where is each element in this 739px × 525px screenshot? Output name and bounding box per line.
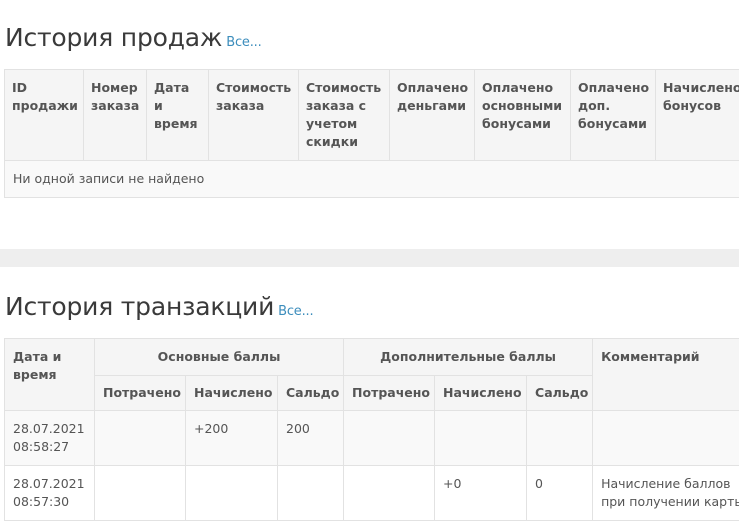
empty-message: Ни одной записи не найдено bbox=[4, 160, 739, 198]
column-extra-balance[interactable]: Сальдо bbox=[526, 375, 594, 411]
cell-main-balance bbox=[276, 465, 345, 521]
cell-comment bbox=[592, 410, 739, 466]
column-group-main-points: Основные баллы bbox=[93, 338, 345, 376]
transactions-history-title: История транзакций Все... bbox=[5, 292, 314, 321]
cell-main-accrued: +200 bbox=[185, 410, 278, 466]
column-extra-spent[interactable]: Потрачено bbox=[343, 375, 436, 411]
sales-history-title-text: История продаж bbox=[5, 23, 223, 52]
cell-main-accrued bbox=[185, 465, 278, 521]
table-row: Ни одной записи не найдено bbox=[4, 160, 739, 198]
column-paid-money[interactable]: Оплачено деньгами bbox=[389, 69, 475, 161]
column-main-balance[interactable]: Сальдо bbox=[276, 375, 345, 411]
column-main-accrued[interactable]: Начислено bbox=[185, 375, 278, 411]
column-order-cost-discount[interactable]: Стоимость заказа с учетом скидки bbox=[298, 69, 390, 161]
sales-history-table: ID продажи Номер заказа Дата и время Сто… bbox=[4, 69, 739, 198]
column-tx-date-time[interactable]: Дата и время bbox=[4, 338, 95, 411]
cell-extra-accrued: +0 bbox=[434, 465, 528, 521]
column-date-time[interactable]: Дата и время bbox=[146, 69, 209, 161]
column-order-cost[interactable]: Стоимость заказа bbox=[208, 69, 299, 161]
cell-extra-accrued bbox=[434, 410, 528, 466]
cell-main-spent bbox=[94, 410, 186, 466]
column-paid-main-bonus[interactable]: Оплачено основными бонусами bbox=[474, 69, 571, 161]
column-order-number[interactable]: Номер заказа bbox=[83, 69, 147, 161]
column-extra-accrued[interactable]: Начислено bbox=[434, 375, 528, 411]
cell-date-time: 28.07.2021 08:57:30 bbox=[4, 465, 95, 521]
transactions-history-table: Дата и время Основные баллы Дополнительн… bbox=[4, 338, 739, 521]
cell-extra-spent bbox=[343, 410, 436, 466]
cell-date: 28.07.2021 bbox=[13, 421, 85, 436]
section-separator bbox=[0, 249, 739, 267]
cell-main-balance: 200 bbox=[276, 410, 345, 466]
column-group-extra-points: Дополнительные баллы bbox=[343, 338, 594, 376]
column-comment[interactable]: Комментарий bbox=[592, 338, 739, 411]
cell-date-time: 28.07.2021 08:58:27 bbox=[4, 410, 95, 466]
sales-all-link[interactable]: Все... bbox=[226, 35, 261, 50]
cell-main-spent bbox=[94, 465, 186, 521]
column-sale-id[interactable]: ID продажи bbox=[4, 69, 84, 161]
column-main-spent[interactable]: Потрачено bbox=[94, 375, 186, 411]
sales-header-row: ID продажи Номер заказа Дата и время Сто… bbox=[4, 69, 739, 161]
cell-extra-balance bbox=[526, 410, 594, 466]
cell-time: 08:58:27 bbox=[13, 439, 70, 454]
transactions-header-row: Дата и время Основные баллы Дополнительн… bbox=[4, 338, 739, 411]
transactions-all-link[interactable]: Все... bbox=[278, 304, 313, 319]
cell-extra-balance: 0 bbox=[526, 465, 594, 521]
cell-date: 28.07.2021 bbox=[13, 476, 85, 491]
column-accrued-bonus[interactable]: Начислено бонусов bbox=[655, 69, 739, 161]
cell-time: 08:57:30 bbox=[13, 494, 70, 509]
column-paid-extra-bonus[interactable]: Оплачено доп. бонусами bbox=[570, 69, 656, 161]
cell-extra-spent bbox=[343, 465, 436, 521]
cell-comment: Начисление баллов при получении карты bbox=[592, 465, 739, 521]
table-row: 28.07.2021 08:57:30 +0 0 Начисление балло… bbox=[4, 465, 739, 521]
transactions-history-title-text: История транзакций bbox=[5, 292, 275, 321]
sales-history-title: История продаж Все... bbox=[5, 25, 262, 50]
table-row: 28.07.2021 08:58:27 +200 200 bbox=[4, 410, 739, 466]
